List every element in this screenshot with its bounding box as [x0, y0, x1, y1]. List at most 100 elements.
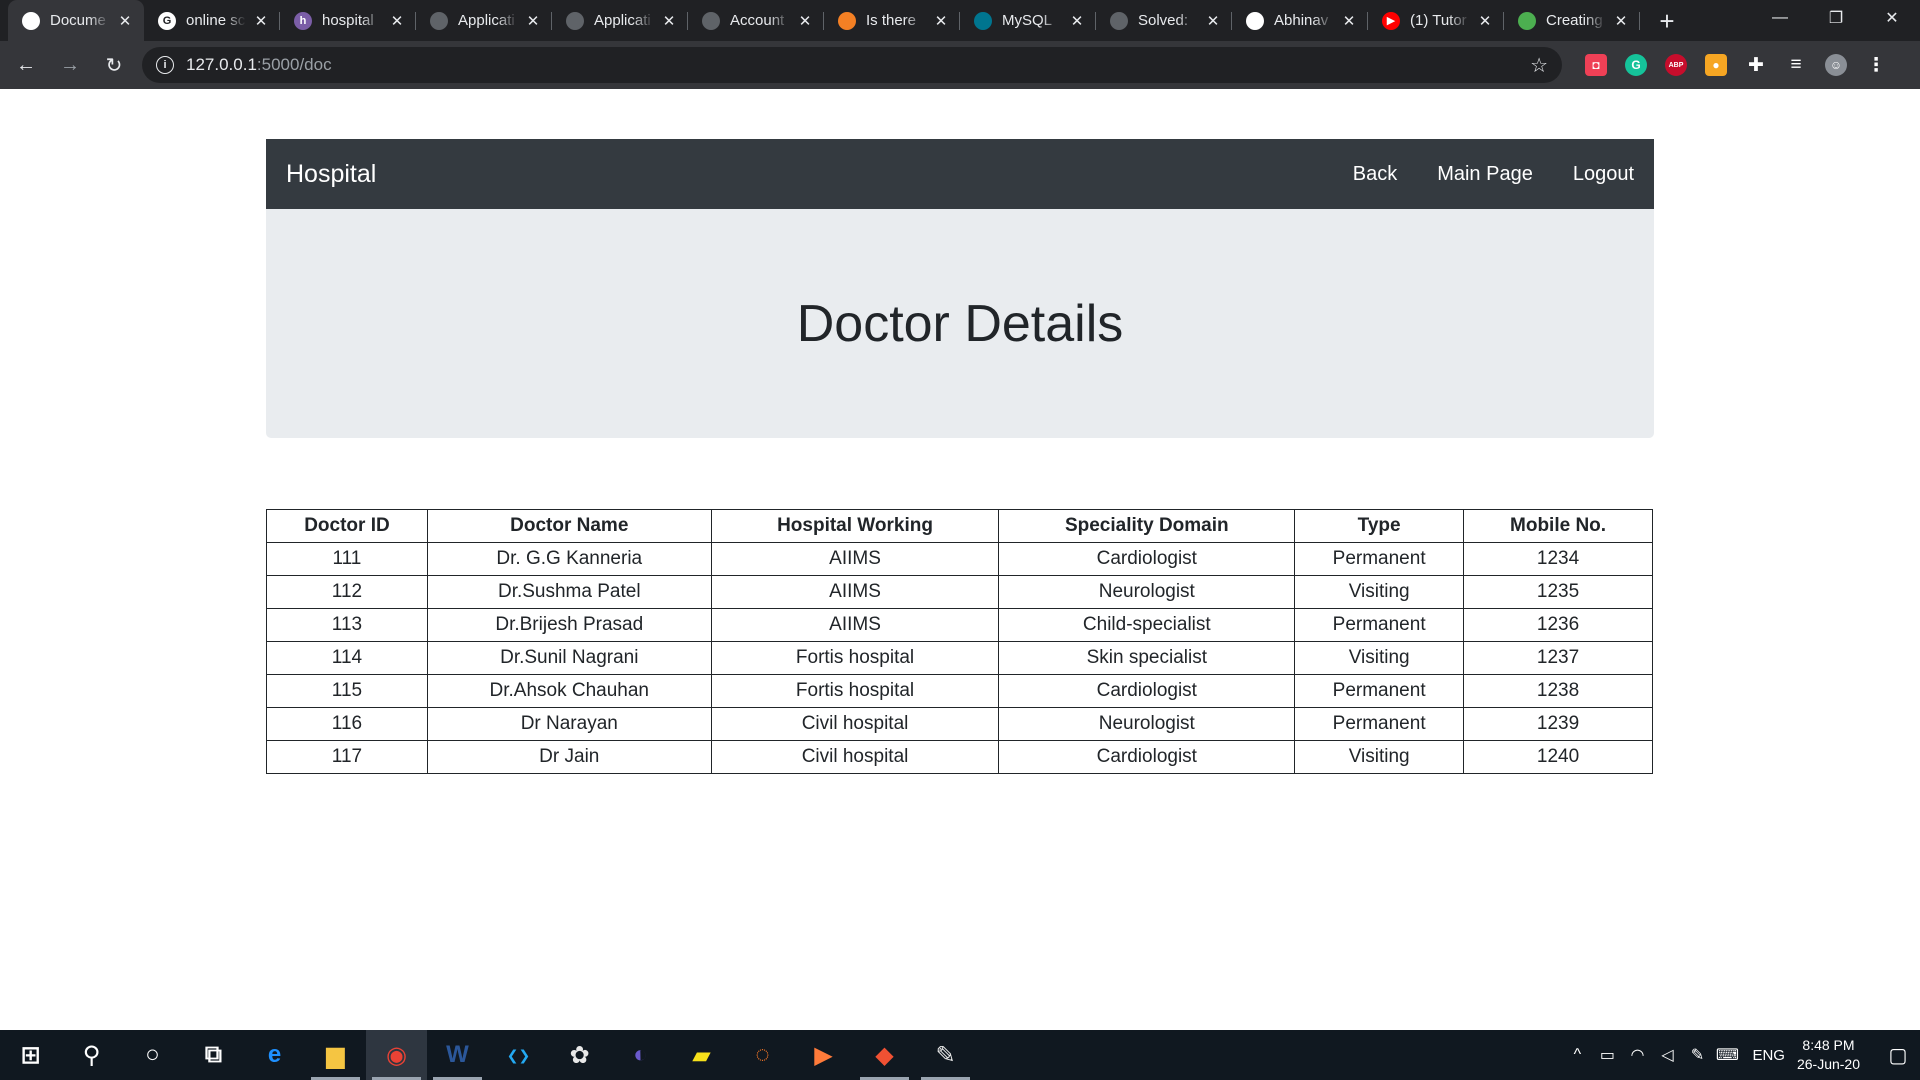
table-cell: 116: [266, 707, 428, 741]
table-cell: Dr.Sunil Nagrani: [426, 641, 712, 675]
powerpoint-icon[interactable]: ▶: [793, 1030, 854, 1080]
tab-favicon-icon: ▶: [1382, 11, 1400, 30]
system-tray: ^ ▭ ◠ ◁ ✎ ⌨ ENG 8:48 PM 26-Jun-20 ▢: [1562, 1030, 1920, 1080]
browser-tab[interactable]: Creating ✕: [1504, 0, 1640, 41]
browser-tab[interactable]: Docume ✕: [8, 0, 144, 41]
profile-avatar-icon[interactable]: ☺: [1816, 47, 1856, 83]
forward-arrow-icon[interactable]: →: [52, 47, 88, 83]
touch-keyboard-icon[interactable]: ⌨: [1712, 1045, 1742, 1065]
tab-close-icon[interactable]: ✕: [932, 12, 950, 30]
browser-tab[interactable]: ▶ (1) Tutor ✕: [1368, 0, 1504, 41]
extensions-puzzle-icon[interactable]: ✚: [1736, 47, 1776, 83]
tab-close-icon[interactable]: ✕: [1068, 12, 1086, 30]
file-explorer-icon[interactable]: ▆: [305, 1030, 366, 1080]
nav-link-back[interactable]: Back: [1353, 163, 1397, 186]
input-language[interactable]: ENG: [1752, 1047, 1785, 1064]
pocket-icon[interactable]: ◘: [1576, 47, 1616, 83]
browser-tab-strip: Docume ✕ Gonline sc ✕ h hospital ✕ Applicati ✕ Ap…: [0, 0, 1920, 41]
table-cell: Visiting: [1294, 740, 1465, 774]
grammarly-icon[interactable]: G: [1616, 47, 1656, 83]
table-cell: 117: [266, 740, 428, 774]
new-tab-button[interactable]: +: [1650, 4, 1684, 38]
git-icon[interactable]: ◆: [854, 1030, 915, 1080]
battery-icon[interactable]: ▭: [1592, 1045, 1622, 1065]
tab-close-icon[interactable]: ✕: [1612, 12, 1630, 30]
table-cell: 1239: [1463, 707, 1653, 741]
nav-link-logout[interactable]: Logout: [1573, 163, 1634, 186]
jupyter-icon[interactable]: ◌: [732, 1030, 793, 1080]
tab-close-icon[interactable]: ✕: [524, 12, 542, 30]
tab-close-icon[interactable]: ✕: [1204, 12, 1222, 30]
tab-close-icon[interactable]: ✕: [660, 12, 678, 30]
sticky-notes-icon[interactable]: ▰: [671, 1030, 732, 1080]
wifi-icon[interactable]: ◠: [1622, 1045, 1652, 1065]
sticky-notes-icon-glyph: ▰: [692, 1041, 711, 1069]
volume-icon[interactable]: ◁: [1652, 1045, 1682, 1065]
clock-time: 8:48 PM: [1802, 1037, 1855, 1053]
media-queue-icon[interactable]: ≡: [1776, 47, 1816, 83]
adblock-plus-icon[interactable]: ABP: [1656, 47, 1696, 83]
tab-list: Docume ✕ Gonline sc ✕ h hospital ✕ Applicati ✕ Ap…: [0, 0, 1640, 41]
paint-3d-icon[interactable]: ✿: [549, 1030, 610, 1080]
browser-tab[interactable]: Applicati ✕: [552, 0, 688, 41]
taskbar-apps: ⊞ ⚲ ○ ⧉ e ▆ ◉ W ❮❯ ✿ ◐ ▰ ◌ ▶ ◆ ✎: [0, 1030, 976, 1080]
chrome-menu-icon-glyph: ⋮: [1866, 54, 1886, 76]
honey-icon[interactable]: ●: [1696, 47, 1736, 83]
browser-tab[interactable]: Account ✕: [688, 0, 824, 41]
tab-title: Creating: [1546, 12, 1603, 29]
tab-close-icon[interactable]: ✕: [1340, 12, 1358, 30]
action-center-icon[interactable]: ▢: [1876, 1043, 1920, 1068]
browser-tab[interactable]: h hospital ✕: [280, 0, 416, 41]
search-icon[interactable]: ⚲: [61, 1030, 122, 1080]
paint-icon-glyph: ✎: [935, 1041, 956, 1069]
clock[interactable]: 8:48 PM 26-Jun-20: [1797, 1036, 1860, 1074]
page-content: Hospital Back Main Page Logout Doctor De…: [0, 89, 1920, 1030]
browser-tab[interactable]: Gonline sc ✕: [144, 0, 280, 41]
tab-favicon-icon: [1110, 11, 1128, 30]
tab-close-icon[interactable]: ✕: [116, 12, 134, 30]
task-view-icon[interactable]: ⧉: [183, 1030, 244, 1080]
table-cell: Fortis hospital: [710, 674, 1000, 708]
start-icon[interactable]: ⊞: [0, 1030, 61, 1080]
reload-icon[interactable]: ↻: [96, 47, 132, 83]
tab-close-icon[interactable]: ✕: [252, 12, 270, 30]
browser-tab[interactable]: Solved: ✕: [1096, 0, 1232, 41]
browser-tab[interactable]: Applicati ✕: [416, 0, 552, 41]
address-bar[interactable]: i 127.0.0.1:5000/doc ☆: [142, 47, 1562, 83]
chrome-icon[interactable]: ◉: [366, 1030, 427, 1080]
browser-tab[interactable]: Abhinav ✕: [1232, 0, 1368, 41]
tab-close-icon[interactable]: ✕: [796, 12, 814, 30]
paint-icon[interactable]: ✎: [915, 1030, 976, 1080]
table-row: 111 Dr. G.G Kanneria AIIMS Cardiologist Perm…: [266, 542, 1653, 576]
column-header: Speciality Domain: [998, 509, 1296, 543]
table-cell: 1236: [1463, 608, 1653, 642]
vscode-icon[interactable]: ❮❯: [488, 1030, 549, 1080]
table-cell: Civil hospital: [710, 707, 1000, 741]
eclipse-icon-glyph: ◐: [633, 1041, 648, 1068]
navbar-brand[interactable]: Hospital: [286, 160, 376, 189]
tab-favicon-icon: [1246, 11, 1264, 30]
close-window-icon[interactable]: ✕: [1864, 0, 1920, 36]
browser-tab[interactable]: Is there ✕: [824, 0, 960, 41]
bookmark-star-icon[interactable]: ☆: [1530, 53, 1548, 78]
table-cell: Dr Jain: [426, 740, 712, 774]
word-icon[interactable]: W: [427, 1030, 488, 1080]
minimize-icon[interactable]: —: [1752, 0, 1808, 36]
edge-icon[interactable]: e: [244, 1030, 305, 1080]
nav-link-main-page[interactable]: Main Page: [1437, 163, 1533, 186]
restore-icon[interactable]: ❐: [1808, 0, 1864, 36]
browser-tab[interactable]: MySQL ✕: [960, 0, 1096, 41]
site-info-icon[interactable]: i: [156, 56, 174, 74]
show-hidden-icons-chevron-icon[interactable]: ^: [1562, 1046, 1592, 1064]
eclipse-icon[interactable]: ◐: [610, 1030, 671, 1080]
paint-3d-icon-glyph: ✿: [569, 1041, 590, 1069]
cortana-icon[interactable]: ○: [122, 1030, 183, 1080]
back-arrow-icon[interactable]: ←: [8, 47, 44, 83]
tab-favicon-icon: G: [158, 11, 176, 30]
task-view-icon-glyph: ⧉: [204, 1041, 223, 1068]
tab-close-icon[interactable]: ✕: [1476, 12, 1494, 30]
chrome-menu-icon[interactable]: ⋮: [1856, 47, 1896, 83]
tab-close-icon[interactable]: ✕: [388, 12, 406, 30]
pen-icon[interactable]: ✎: [1682, 1045, 1712, 1065]
table-cell: Dr.Brijesh Prasad: [426, 608, 712, 642]
